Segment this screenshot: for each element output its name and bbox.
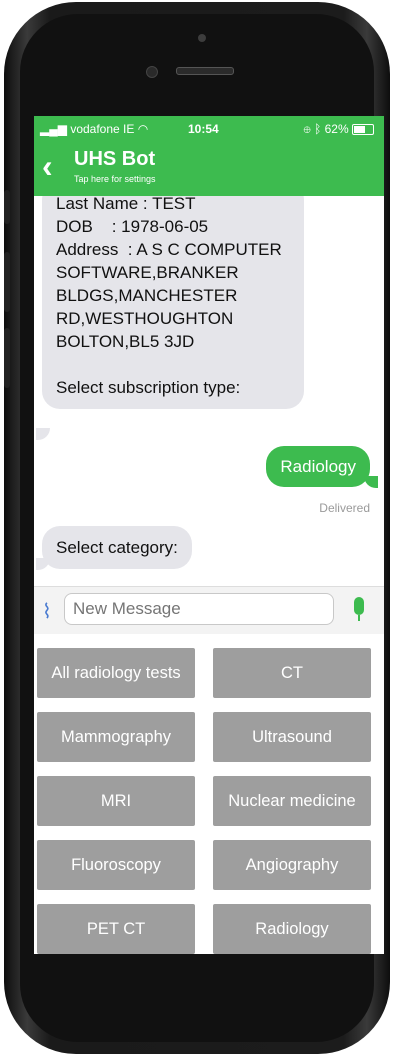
message-composer: ⌇	[34, 586, 384, 635]
carrier-label: ▂▄▆ vodafone IE ◠	[40, 122, 148, 136]
back-chevron-icon[interactable]: ‹	[42, 150, 53, 182]
carrier-name: vodafone IE	[70, 122, 135, 136]
status-right: ⊕ ᛒ 62%	[304, 122, 374, 136]
profile-line: BLDGS,MANCHESTER	[56, 286, 238, 305]
paperclip-icon[interactable]: ⌇	[42, 599, 52, 624]
chat-subtitle[interactable]: Tap here for settings	[74, 174, 156, 184]
message-list[interactable]: Last Name : TEST DOB : 1978-06-05 Addres…	[34, 196, 384, 586]
status-time: 10:54	[188, 122, 219, 136]
microphone-icon[interactable]	[354, 597, 364, 615]
quick-reply-keyboard: All radiology tests CT Mammography Ultra…	[34, 634, 384, 954]
battery-fill	[354, 126, 366, 134]
option-button[interactable]: Nuclear medicine	[213, 776, 371, 826]
profile-line: RD,WESTHOUGHTON	[56, 309, 234, 328]
option-button[interactable]: Radiology	[213, 904, 371, 954]
chat-title[interactable]: UHS Bot	[74, 148, 155, 171]
option-button[interactable]: Angiography	[213, 840, 371, 890]
signal-icon: ▂▄▆	[40, 122, 67, 136]
battery-percent: 62%	[324, 122, 349, 136]
option-button[interactable]: CT	[213, 648, 371, 698]
bubble-tail	[36, 428, 50, 440]
rotation-lock-icon: ⊕	[303, 122, 311, 136]
mute-switch	[4, 190, 10, 224]
bluetooth-icon: ᛒ	[314, 122, 322, 136]
volume-up-button	[4, 252, 10, 312]
earpiece-speaker	[176, 67, 234, 75]
app-screen: ▂▄▆ vodafone IE ◠ 10:54 ⊕ ᛒ 62% ‹ UHS Bo…	[34, 116, 384, 954]
phone-chin	[32, 953, 366, 1033]
battery-icon	[352, 124, 374, 136]
volume-down-button	[4, 328, 10, 388]
microphone-stand	[358, 615, 360, 621]
profile-line: Address : A S C COMPUTER	[56, 240, 282, 259]
option-button[interactable]: All radiology tests	[37, 648, 195, 698]
navigation-bar: ▂▄▆ vodafone IE ◠ 10:54 ⊕ ᛒ 62% ‹ UHS Bo…	[34, 116, 384, 196]
wifi-icon: ◠	[137, 122, 149, 136]
proximity-sensor	[146, 66, 158, 78]
option-button[interactable]: Ultrasound	[213, 712, 371, 762]
profile-line: DOB : 1978-06-05	[56, 217, 209, 236]
option-button[interactable]: Mammography	[37, 712, 195, 762]
status-bar: ▂▄▆ vodafone IE ◠ 10:54 ⊕ ᛒ 62%	[34, 122, 384, 138]
message-input[interactable]	[64, 593, 334, 625]
profile-line: Select subscription type:	[56, 378, 241, 397]
option-button[interactable]: MRI	[37, 776, 195, 826]
delivered-status: Delivered	[319, 501, 370, 515]
chat-header[interactable]: ‹ UHS Bot Tap here for settings	[34, 144, 384, 194]
profile-line: BOLTON,BL5 3JD	[56, 332, 195, 351]
profile-message-bubble: Last Name : TEST DOB : 1978-06-05 Addres…	[42, 196, 304, 409]
bubble-tail	[364, 476, 378, 488]
profile-line: Last Name : TEST	[56, 196, 196, 213]
category-prompt-bubble: Select category:	[42, 526, 192, 569]
option-button[interactable]: PET CT	[37, 904, 195, 954]
bubble-tail	[36, 558, 50, 570]
profile-line: SOFTWARE,BRANKER	[56, 263, 239, 282]
front-camera	[198, 34, 206, 42]
reply-message-bubble: Radiology	[266, 446, 370, 487]
option-button[interactable]: Fluoroscopy	[37, 840, 195, 890]
profile-line	[56, 353, 290, 376]
